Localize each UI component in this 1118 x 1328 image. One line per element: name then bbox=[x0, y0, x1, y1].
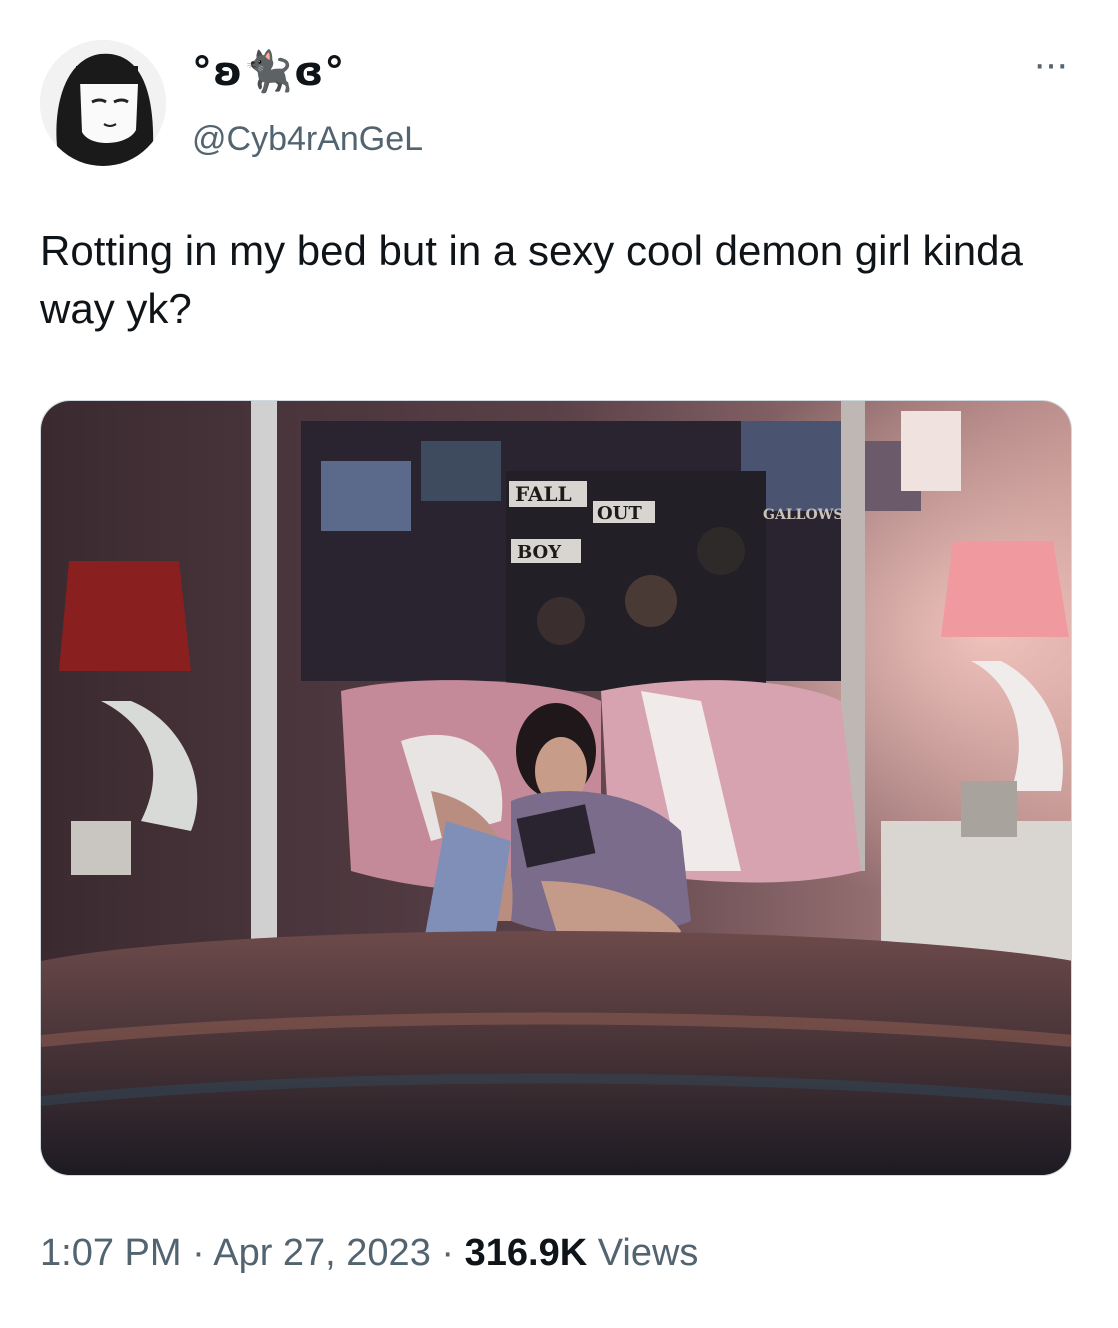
meta-separator: · bbox=[181, 1232, 214, 1274]
poster-boy-text: BOY bbox=[517, 542, 562, 563]
bedroom-photo: FALL OUT BOY GALLOWS bbox=[41, 401, 1071, 1175]
views-label: Views bbox=[587, 1232, 699, 1274]
poster-out-text: OUT bbox=[597, 503, 642, 524]
poster-fall-text: FALL bbox=[515, 482, 572, 506]
more-horizontal-icon[interactable]: ··· bbox=[1020, 42, 1080, 86]
tweet-date[interactable]: Apr 27, 2023 bbox=[213, 1232, 431, 1274]
avatar-illustration-icon bbox=[40, 40, 166, 166]
tweet-header: °ʚ🐈‍⬛ɞ° @Cyb4rAnGeL ··· bbox=[40, 40, 1080, 170]
meta-separator: · bbox=[430, 1232, 465, 1274]
views-count[interactable]: 316.9K bbox=[465, 1232, 588, 1274]
poster-gallows-text: GALLOWS bbox=[763, 507, 844, 523]
user-handle[interactable]: @Cyb4rAnGeL bbox=[192, 120, 423, 159]
tweet-text: Rotting in my bed but in a sexy cool dem… bbox=[40, 227, 1023, 332]
tweet-meta: 1:07 PM · Apr 27, 2023 · 316.9K Views bbox=[40, 1232, 1080, 1275]
tweet-media-image[interactable]: FALL OUT BOY GALLOWS bbox=[40, 400, 1072, 1176]
display-name[interactable]: °ʚ🐈‍⬛ɞ° bbox=[192, 48, 345, 95]
tweet-time[interactable]: 1:07 PM bbox=[40, 1232, 182, 1274]
avatar[interactable] bbox=[40, 40, 166, 166]
